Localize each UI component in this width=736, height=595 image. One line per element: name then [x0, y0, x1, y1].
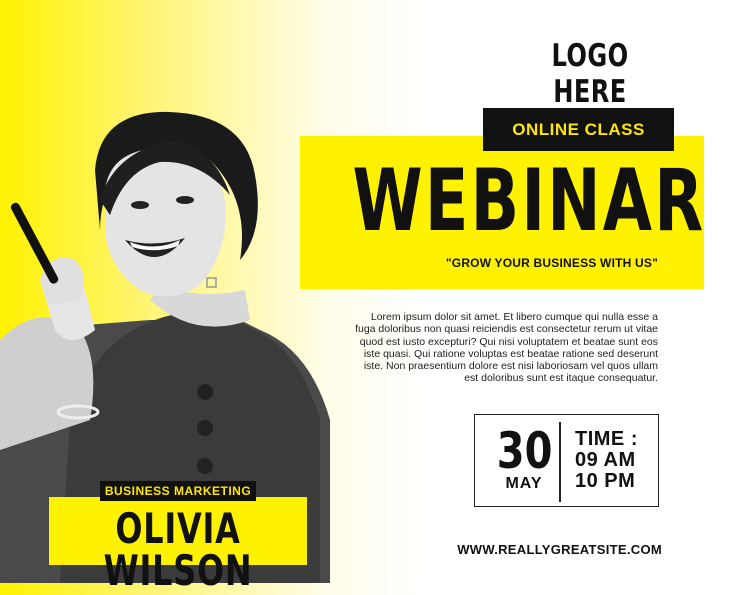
speaker-name: OLIVIA WILSON — [103, 504, 253, 595]
speaker-role-tag: BUSINESS MARKETING — [100, 481, 256, 501]
